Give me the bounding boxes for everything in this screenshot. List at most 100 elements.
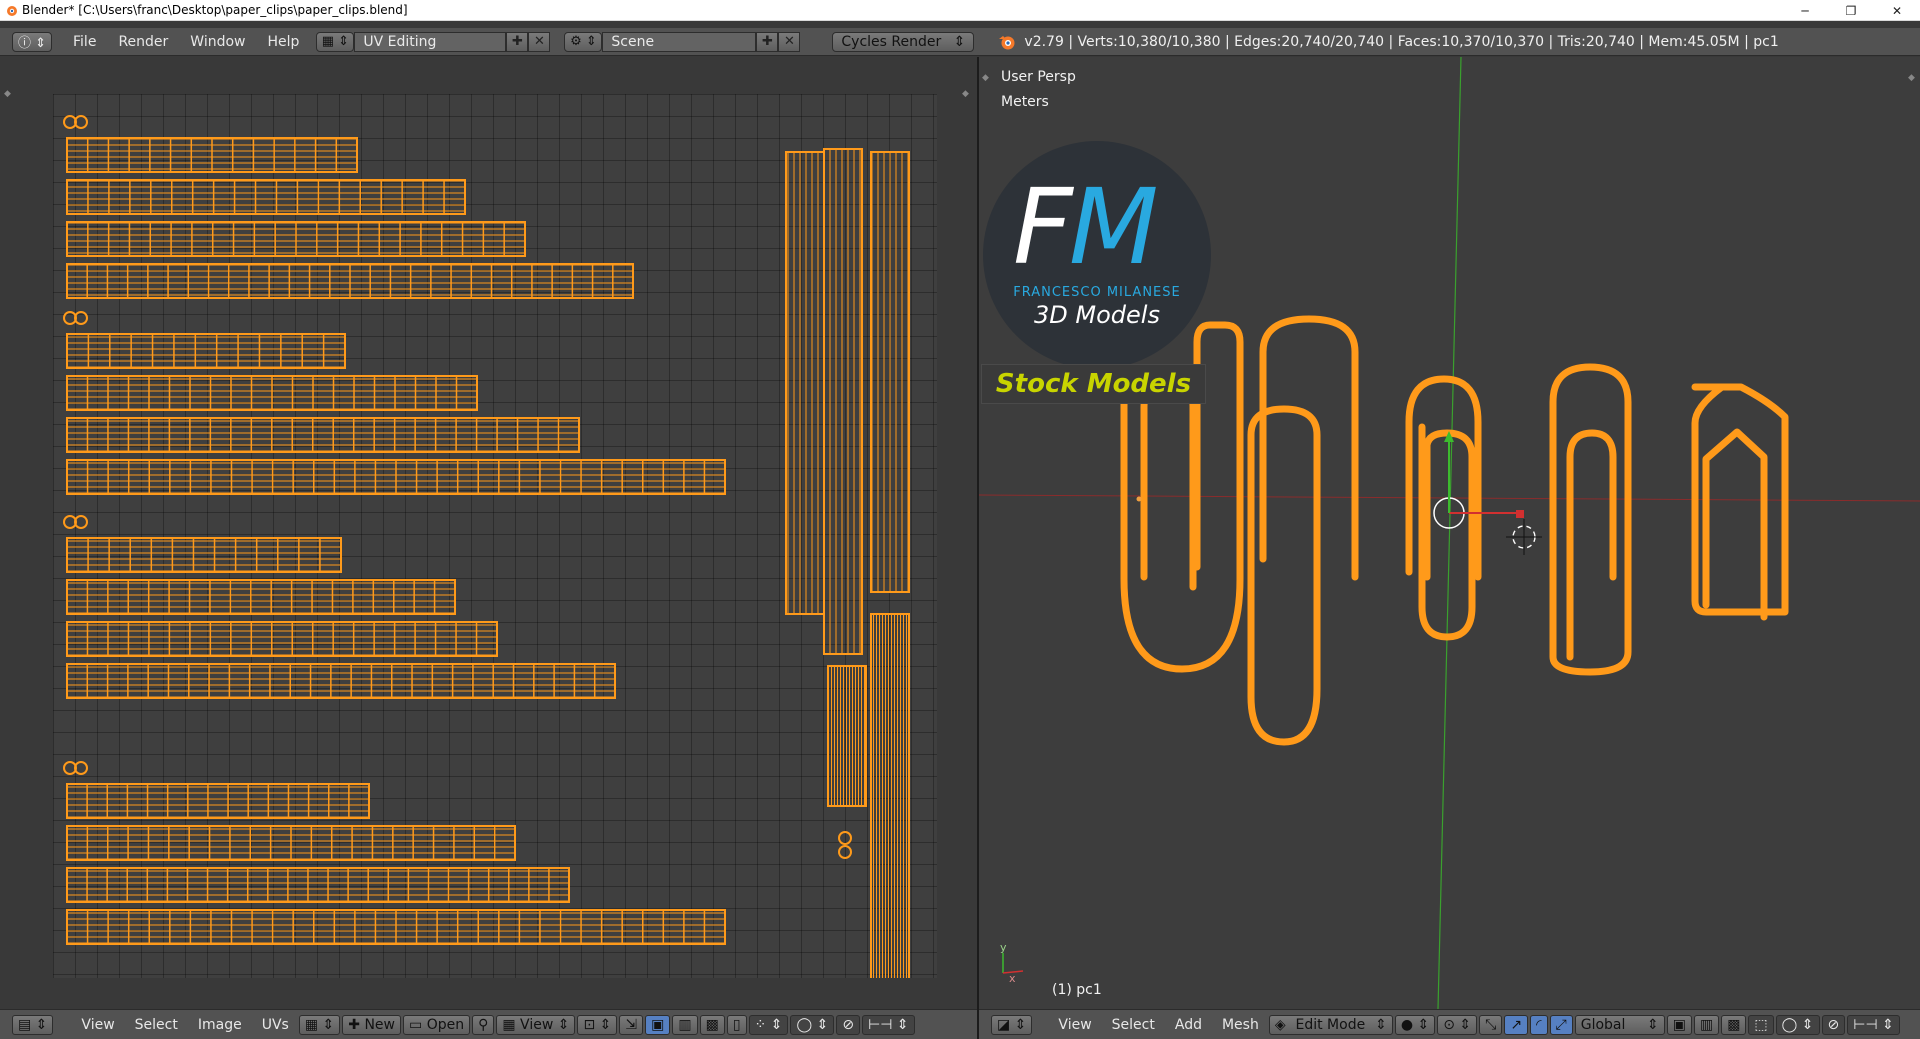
restore-button[interactable]: ❐ [1828,0,1874,21]
editor-type-button[interactable]: ⓘ ⇕ [12,31,52,52]
sync-icon: ⇲ [625,1016,638,1033]
island-select-button[interactable]: ▯ [726,1014,747,1035]
uv-menu-view[interactable]: View [71,1017,124,1033]
sync-selection-button[interactable]: ⇲ [619,1014,644,1035]
view-mode-dropdown[interactable]: ▦ View ⇕ [496,1014,576,1035]
image-icon: ▦ ⇕ [304,1016,335,1033]
new-image-label: New [364,1016,395,1033]
edge-select-mode[interactable]: ▥ [1693,1014,1720,1035]
uv-strip-3-2 [66,579,456,615]
orientation-label: Global [1580,1016,1626,1033]
close-button[interactable]: ✕ [1874,0,1920,21]
manipulator-toggle[interactable]: ⤡ [1479,1014,1503,1035]
paper-clip-5-inner [1702,428,1768,621]
menu-window[interactable]: Window [179,31,256,53]
sticky-icon: ⁘ ⇕ [754,1016,783,1033]
add-layout-button[interactable]: ✚ [506,31,529,52]
render-engine-dropdown[interactable]: Cycles Render ⇕ [832,31,975,52]
mode-dropdown[interactable]: ◈ Edit Mode ⇕ [1268,1014,1393,1035]
uv-editor-icon: ▤ ⇕ [18,1016,48,1033]
dropdown-arrows-icon: ⇕ [553,1016,570,1033]
region-toggle-left-icon[interactable]: ◆ [4,89,14,99]
uv-menu-select[interactable]: Select [125,1017,188,1033]
snap-button[interactable]: ⊘ [836,1014,861,1035]
remove-scene-button[interactable]: ✕ [778,31,801,52]
uv-menu-image[interactable]: Image [188,1017,252,1033]
blender-icon [7,6,17,16]
menu-file[interactable]: File [62,31,107,53]
edge-select-button[interactable]: ▥ [672,1014,698,1035]
occlude-toggle[interactable]: ⬚ [1748,1014,1774,1035]
uv-editor-area[interactable]: ◆ ◆ [0,57,977,1009]
scale-manipulator[interactable]: ⤢ [1549,1014,1573,1035]
pivot-icon: ⊡ ⇕ [583,1016,612,1033]
x-icon: ✕ [783,34,795,49]
add-scene-button[interactable]: ✚ [756,31,779,52]
mini-axis-x-label: x [1009,972,1016,985]
island-select-icon: ▯ [732,1016,741,1033]
3d-cursor-icon[interactable] [1506,519,1542,555]
vp-menu-add[interactable]: Add [1165,1017,1212,1033]
menu-render[interactable]: Render [107,31,179,53]
vp-menu-mesh[interactable]: Mesh [1212,1017,1269,1033]
3d-editor-type-button[interactable]: ◪ ⇕ [991,1014,1033,1035]
uv-editor-type-button[interactable]: ▤ ⇕ [12,1014,54,1035]
mode-label: Edit Mode [1295,1016,1366,1033]
uv-menu-uvs[interactable]: UVs [252,1017,299,1033]
proportional-dropdown[interactable]: ◯ ⇕ [1775,1014,1820,1035]
vertex-select-icon: ▣ [651,1016,665,1033]
sticky-mode-dropdown[interactable]: ⁘ ⇕ [748,1014,789,1035]
snap-toggle[interactable]: ⊘ [1821,1014,1846,1035]
uv-strip-4-1 [66,783,370,819]
open-image-button[interactable]: ▭ Open [403,1014,471,1035]
snap-element-dropdown[interactable]: ⊢⊣ ⇕ [1847,1014,1900,1035]
logo-letter-m: M [1068,166,1159,288]
new-image-button[interactable]: ✚ New [342,1014,401,1035]
vp-menu-view[interactable]: View [1048,1017,1101,1033]
snap-target-dropdown[interactable]: ⊢⊣ ⇕ [862,1014,915,1035]
vp-menu-select[interactable]: Select [1102,1017,1165,1033]
x-icon: ✕ [533,34,545,49]
pivot-point-dropdown[interactable]: ⊙ ⇕ [1437,1014,1478,1035]
plus-icon: ✚ [761,34,773,49]
remove-layout-button[interactable]: ✕ [528,31,551,52]
magnet-icon: ⊘ [842,1016,855,1033]
proportional-edit-dropdown[interactable]: ◯ ⇕ [790,1014,835,1035]
edit-mode-icon: ◈ [1274,1016,1286,1033]
scene-icon: ⚙ ⇕ [570,34,597,49]
layout-name-field[interactable]: UV Editing [354,31,507,52]
folder-icon: ▭ [409,1016,427,1033]
vertex-select-button[interactable]: ▣ [645,1014,671,1035]
menu-help[interactable]: Help [256,31,310,53]
3d-viewport[interactable]: ◆ ◆ User Persp Meters y x FM FRANCESCO M… [979,57,1920,1009]
logo-letter-f: F [1013,166,1073,288]
uv-vertical-strip-5 [870,613,910,978]
pin-button[interactable]: ⚲ [472,1014,495,1035]
manipulator-icon: ⤡ [1485,1016,1497,1033]
rotate-manipulator[interactable]: ◜ [1530,1014,1548,1035]
face-select-button[interactable]: ▩ [699,1014,725,1035]
logo-author: FRANCESCO MILANESE [1013,285,1181,300]
face-select-mode[interactable]: ▩ [1721,1014,1747,1035]
shading-dropdown[interactable]: ● ⇕ [1394,1014,1436,1035]
uv-ring [838,831,852,845]
region-toggle-right-icon[interactable]: ◆ [962,89,972,99]
image-browse-button[interactable]: ▦ ⇕ [298,1014,341,1035]
plus-icon: ✚ [348,1016,365,1033]
orientation-dropdown[interactable]: Global ⇕ [1574,1014,1665,1035]
minimize-button[interactable]: ─ [1782,0,1828,21]
logo-letters: FM [1013,175,1159,279]
gizmo-x-head[interactable] [1516,510,1524,518]
scene-name-field[interactable]: Scene [602,31,757,52]
logo-tagline: 3D Models [1034,301,1160,329]
pivot-dropdown[interactable]: ⊡ ⇕ [577,1014,618,1035]
translate-manipulator[interactable]: ↗ [1504,1014,1529,1035]
info-icon: ⓘ ⇕ [17,36,47,51]
sphere-icon: ● ⇕ [1400,1016,1430,1033]
layout-selector-button[interactable]: ▦ ⇕ [316,31,355,52]
mini-axis-y-label: y [1000,941,1007,954]
uv-canvas[interactable] [53,94,937,978]
scene-selector-button[interactable]: ⚙ ⇕ [564,31,603,52]
vertex-select-mode[interactable]: ▣ [1666,1014,1692,1035]
pin-icon: ⚲ [478,1016,489,1033]
